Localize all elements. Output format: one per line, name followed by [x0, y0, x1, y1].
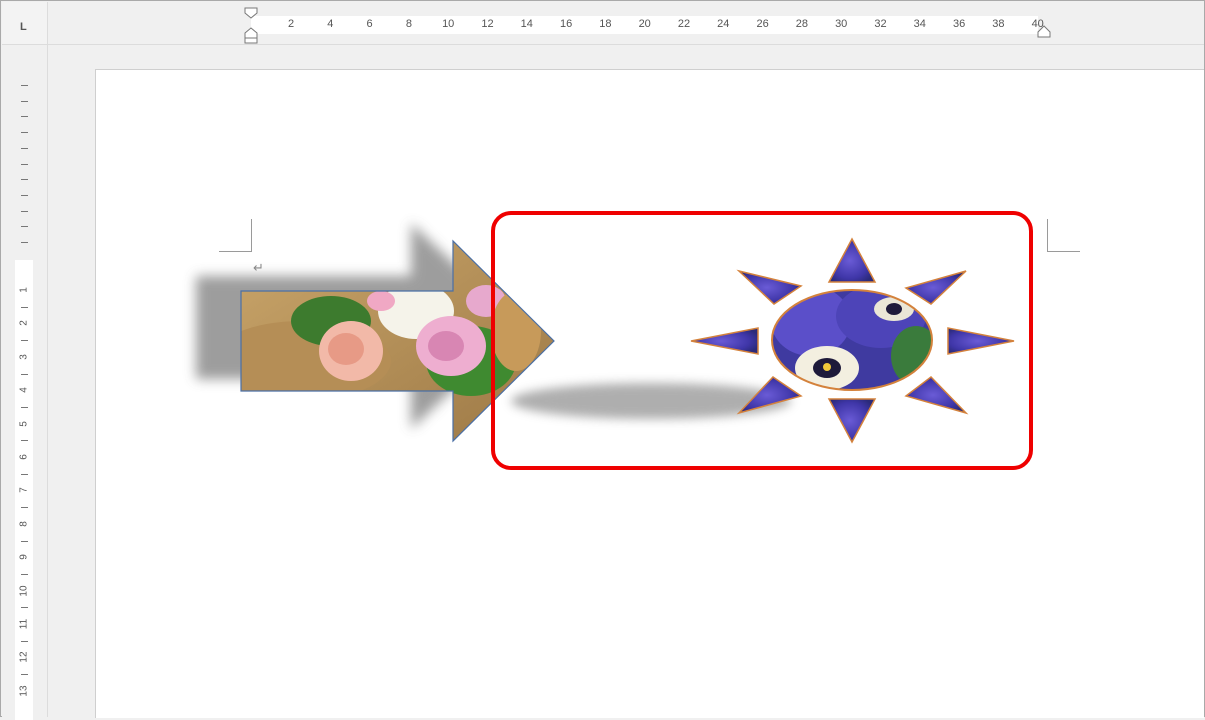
word-document-window: L 2 4 6 8 10 12 14 16 18 20 22 24 26 28 30 32 34 36 38 40 1… — [0, 0, 1205, 720]
highlight-box — [491, 211, 1033, 470]
